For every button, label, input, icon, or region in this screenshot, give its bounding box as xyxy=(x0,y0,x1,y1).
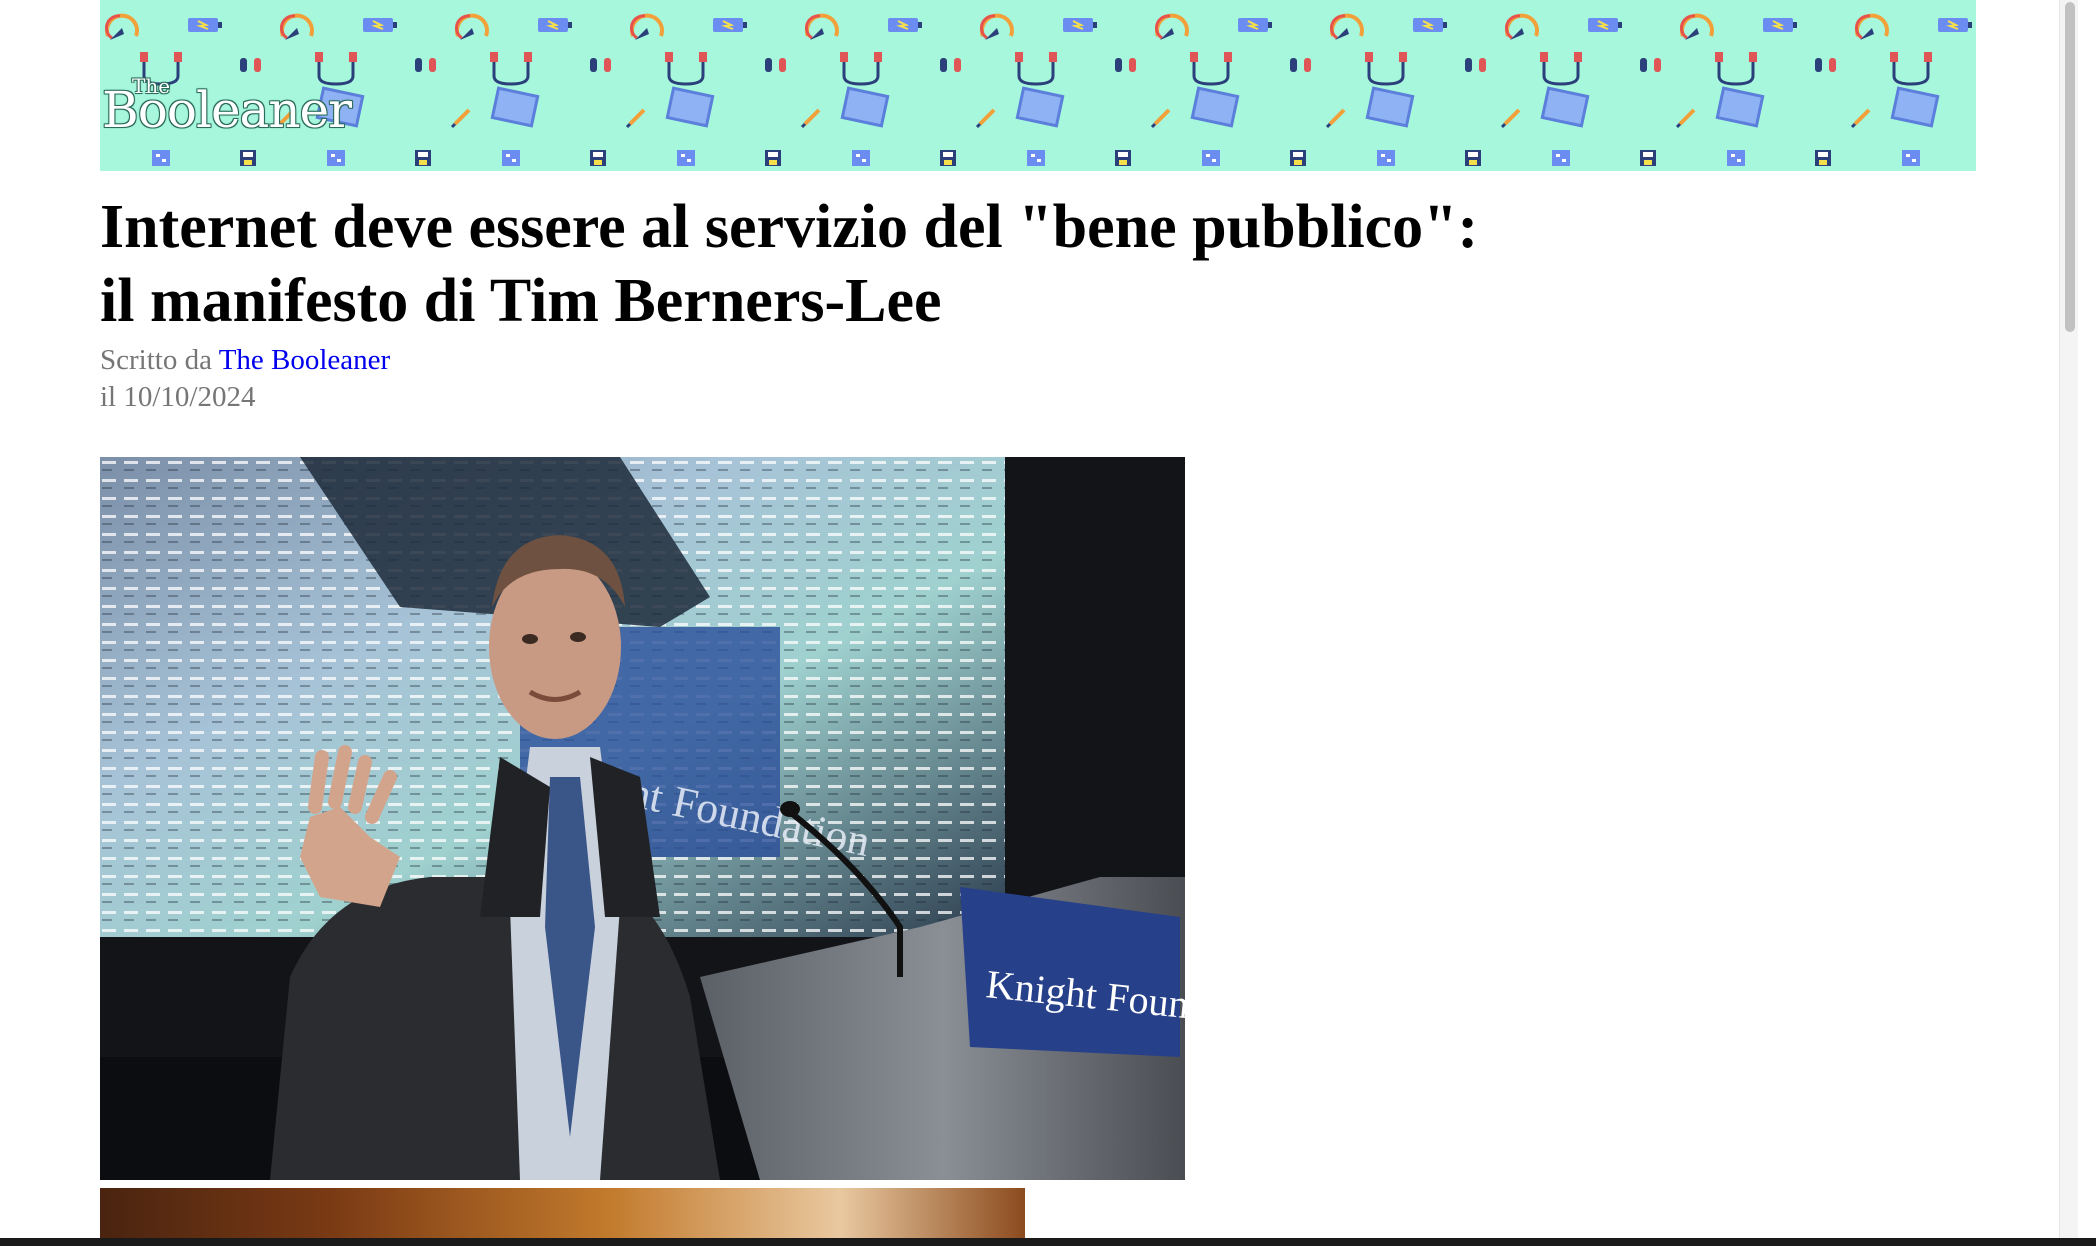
byline-prefix: Scritto da xyxy=(100,344,212,376)
browser-viewport: The Booleaner Internet deve essere al se… xyxy=(0,0,2078,1238)
banner-pattern xyxy=(104,13,1976,169)
site-banner[interactable]: The Booleaner xyxy=(100,0,1976,171)
logo-name: Booleaner xyxy=(102,81,352,139)
article-title-line1: Internet deve essere al servizio del "be… xyxy=(100,193,1479,261)
article-title-line2: il manifesto di Tim Berners-Lee xyxy=(100,267,942,335)
window-bottom-edge xyxy=(0,1238,2096,1246)
publish-date: il 10/10/2024 xyxy=(100,381,256,413)
vertical-scrollbar[interactable] xyxy=(2059,0,2078,1238)
byline: Scritto da The Booleaner xyxy=(100,342,390,379)
article-photo: Knight Foundation Knight Foundation xyxy=(100,457,1185,1180)
article-title: Internet deve essere al servizio del "be… xyxy=(100,190,1700,338)
scrollbar-thumb[interactable] xyxy=(2065,2,2075,332)
site-logo[interactable]: The Booleaner xyxy=(102,68,372,140)
author-link[interactable]: The Booleaner xyxy=(219,344,391,376)
article-photo-2 xyxy=(100,1188,1025,1238)
